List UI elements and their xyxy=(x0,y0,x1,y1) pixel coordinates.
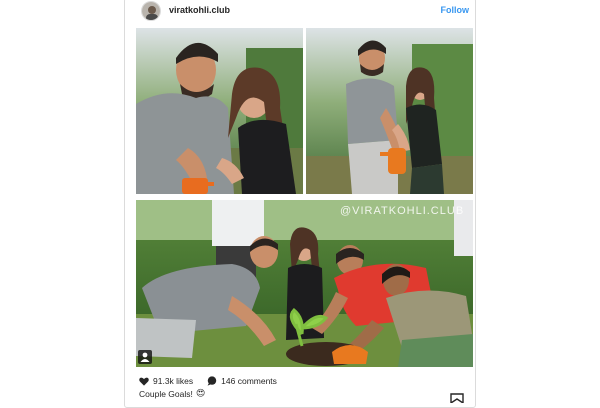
comments-stat[interactable]: 146 comments xyxy=(207,376,277,386)
bookmark-icon[interactable] xyxy=(449,393,465,403)
post-caption: Couple Goals! 😍 xyxy=(139,388,205,399)
caption-emoji: 😍 xyxy=(195,388,206,398)
follow-button[interactable]: Follow xyxy=(441,5,470,15)
caption-text: Couple Goals! xyxy=(139,388,193,399)
photo-bottom: @VIRATKOHLI.CLUB xyxy=(136,200,473,367)
photo-top-right xyxy=(306,28,473,194)
likes-count: 91.3k likes xyxy=(153,376,194,386)
avatar[interactable] xyxy=(141,1,161,21)
comments-count: 146 comments xyxy=(221,376,277,386)
likes-stat[interactable]: 91.3k likes xyxy=(139,376,193,386)
post-photo-collage[interactable]: @VIRATKOHLI.CLUB xyxy=(136,28,473,367)
post-stats: 91.3k likes 146 comments xyxy=(139,374,291,388)
post-header: viratkohli.club Follow xyxy=(125,0,475,27)
heart-icon[interactable] xyxy=(139,377,149,386)
person-icon[interactable] xyxy=(138,350,152,364)
username[interactable]: viratkohli.club xyxy=(169,5,230,15)
watermark-text: @VIRATKOHLI.CLUB xyxy=(340,205,464,217)
photo-top-left xyxy=(136,28,303,194)
comment-bubble-icon[interactable] xyxy=(207,376,217,386)
avatar-image xyxy=(142,2,160,20)
instagram-post-card: viratkohli.club Follow @VIRATKOHLI.CLUB … xyxy=(124,0,476,408)
